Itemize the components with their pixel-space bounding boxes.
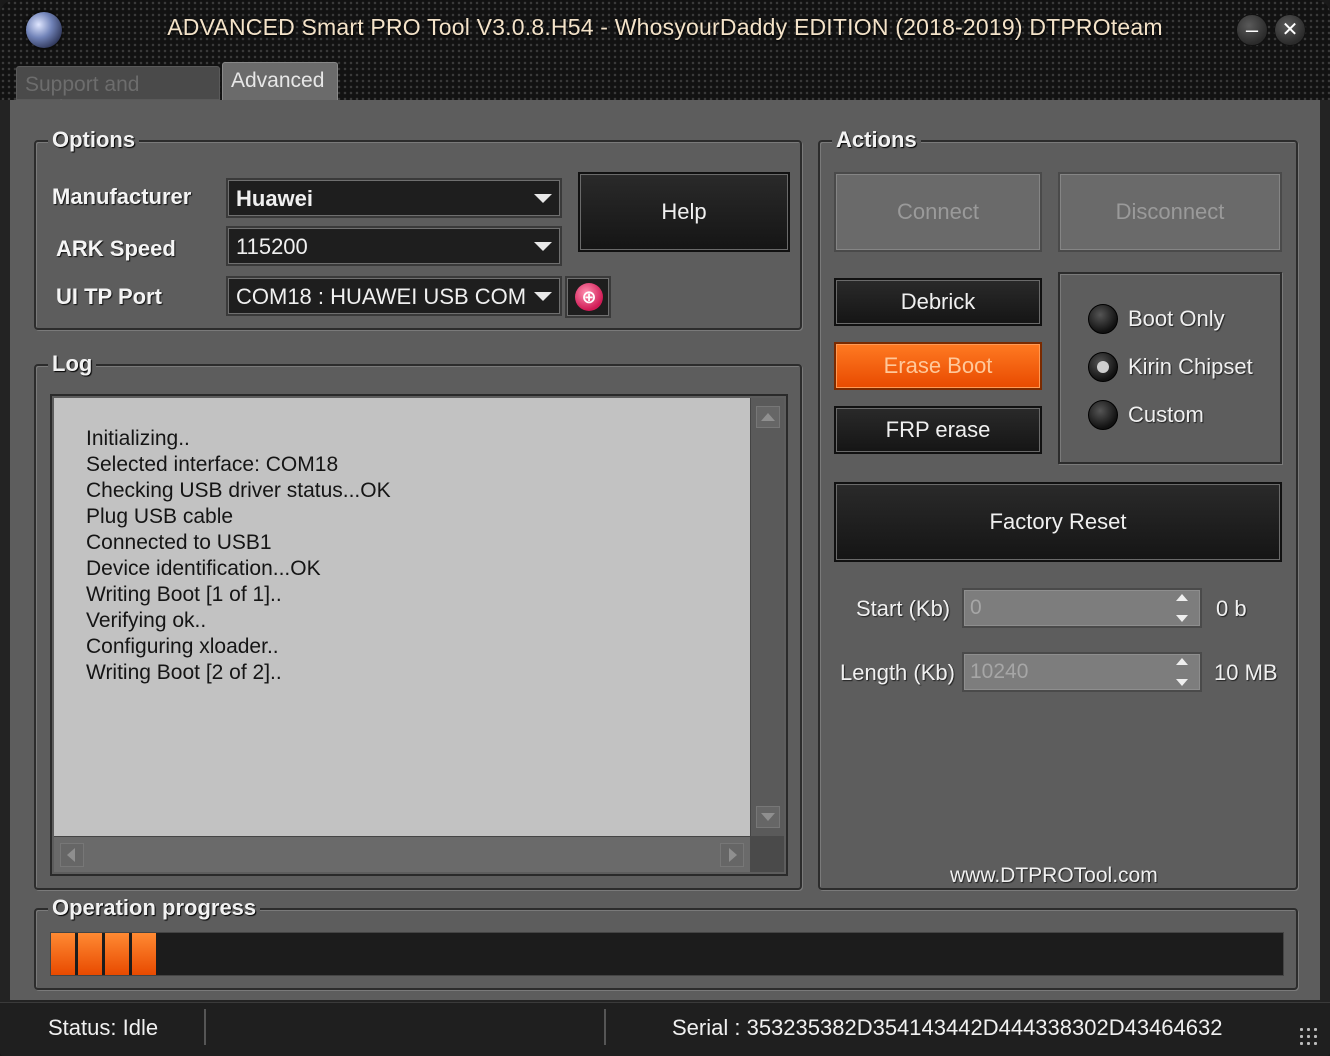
port-value: COM18 : HUAWEI USB COM: [236, 284, 527, 309]
port-label: UI TP Port: [56, 284, 162, 309]
ark-speed-label: ARK Speed: [56, 236, 176, 261]
scrollbar-corner: [750, 836, 784, 872]
length-label: Length (Kb): [840, 660, 955, 685]
radio-circle-icon: [1088, 304, 1118, 334]
log-line: Configuring xloader..: [86, 635, 279, 658]
serial-text: Serial : 353235382D354143442D444338302D4…: [672, 1015, 1223, 1040]
website-link[interactable]: www.DTPROTool.com: [950, 864, 1158, 888]
start-spinbox[interactable]: 0: [962, 588, 1202, 628]
spin-up-icon[interactable]: [1176, 658, 1188, 665]
log-text[interactable]: Initializing.. Selected interface: COM18…: [54, 398, 750, 836]
frp-erase-button[interactable]: FRP erase: [834, 406, 1042, 454]
log-line: Writing Boot [1 of 1]..: [86, 583, 282, 606]
log-line: Checking USB driver status...OK: [86, 479, 391, 502]
log-line: Device identification...OK: [86, 557, 321, 580]
window-title: ADVANCED Smart PRO Tool V3.0.8.H54 - Who…: [167, 14, 1163, 40]
ark-speed-value: 115200: [236, 234, 308, 259]
radio-label: Boot Only: [1128, 306, 1225, 331]
ark-speed-select[interactable]: 115200: [226, 226, 562, 266]
spin-up-icon[interactable]: [1176, 594, 1188, 601]
log-line: Writing Boot [2 of 2]..: [86, 661, 282, 684]
chevron-down-icon: [534, 194, 552, 203]
status-separator: [204, 1009, 206, 1045]
close-button[interactable]: ✕: [1274, 14, 1306, 46]
minimize-button[interactable]: –: [1236, 14, 1268, 46]
log-vertical-scrollbar[interactable]: [750, 398, 784, 836]
radio-label: Custom: [1128, 402, 1204, 427]
help-button[interactable]: Help: [578, 172, 790, 252]
spin-down-icon[interactable]: [1176, 679, 1188, 686]
options-legend: Options: [48, 127, 140, 153]
log-area: Initializing.. Selected interface: COM18…: [50, 394, 788, 876]
chevron-down-icon: [534, 292, 552, 301]
manufacturer-select[interactable]: Huawei: [226, 178, 562, 218]
operation-progress-bar: [50, 932, 1284, 976]
scroll-up-icon[interactable]: [756, 406, 780, 428]
log-line: Initializing..: [86, 427, 190, 450]
refresh-ports-button[interactable]: ⊕: [565, 276, 611, 318]
start-value: 0: [970, 596, 982, 619]
start-label: Start (Kb): [856, 596, 951, 621]
port-select[interactable]: COM18 : HUAWEI USB COM: [226, 276, 562, 316]
factory-reset-button[interactable]: Factory Reset: [834, 482, 1282, 562]
log-line: Verifying ok..: [86, 609, 207, 632]
debrick-button[interactable]: Debrick: [834, 278, 1042, 326]
progress-segment: [105, 933, 129, 975]
log-line: Selected interface: COM18: [86, 453, 339, 476]
actions-legend: Actions: [832, 127, 921, 153]
app-window: ADVANCED Smart PRO Tool V3.0.8.H54 - Who…: [0, 0, 1330, 1056]
erase-boot-button[interactable]: Erase Boot: [834, 342, 1042, 390]
tab-support-and-options[interactable]: Support and Options: [16, 66, 220, 120]
length-unit: 10 MB: [1214, 660, 1278, 685]
disconnect-button[interactable]: Disconnect: [1058, 172, 1282, 252]
status-text: Status: Idle: [48, 1015, 159, 1040]
log-line: Plug USB cable: [86, 505, 234, 528]
connect-button[interactable]: Connect: [834, 172, 1042, 252]
radio-kirin-chipset[interactable]: Kirin Chipset: [1088, 352, 1253, 382]
progress-legend: Operation progress: [48, 895, 261, 921]
spin-down-icon[interactable]: [1176, 615, 1188, 622]
radio-custom[interactable]: Custom: [1088, 400, 1204, 430]
log-horizontal-scrollbar[interactable]: [54, 836, 750, 872]
radio-circle-icon: [1088, 400, 1118, 430]
tab-advanced[interactable]: Advanced: [222, 62, 338, 100]
title-bar[interactable]: ADVANCED Smart PRO Tool V3.0.8.H54 - Who…: [0, 0, 1330, 120]
start-unit: 0 b: [1216, 596, 1247, 621]
refresh-icon: ⊕: [575, 283, 603, 311]
log-line: Connected to USB1: [86, 531, 272, 554]
radio-label: Kirin Chipset: [1128, 354, 1253, 379]
advanced-panel: Options Manufacturer Huawei ARK Speed 11…: [10, 100, 1320, 1000]
progress-segment: [78, 933, 102, 975]
length-spinbox[interactable]: 10240: [962, 652, 1202, 692]
manufacturer-label: Manufacturer: [52, 184, 192, 209]
status-bar: Status: Idle Serial : 353235382D35414344…: [0, 1002, 1330, 1056]
manufacturer-value: Huawei: [236, 186, 314, 211]
scroll-down-icon[interactable]: [756, 806, 780, 828]
scroll-left-icon[interactable]: [60, 843, 84, 867]
progress-segment: [132, 933, 156, 975]
chevron-down-icon: [534, 242, 552, 251]
log-legend: Log: [48, 351, 97, 377]
progress-segment: [51, 933, 75, 975]
resize-grip-icon[interactable]: [1298, 1026, 1320, 1048]
boot-mode-group: Boot Only Kirin Chipset Custom: [1058, 272, 1282, 464]
length-value: 10240: [970, 660, 1029, 683]
scroll-right-icon[interactable]: [720, 843, 744, 867]
progress-fill: [51, 933, 159, 975]
radio-boot-only[interactable]: Boot Only: [1088, 304, 1225, 334]
radio-checked-icon: [1088, 352, 1118, 382]
status-separator: [604, 1009, 606, 1045]
